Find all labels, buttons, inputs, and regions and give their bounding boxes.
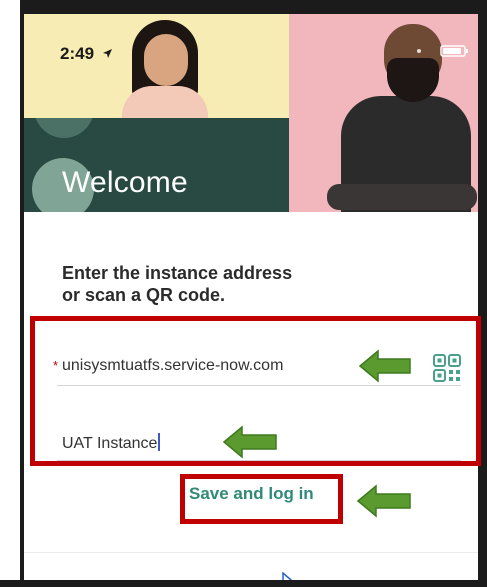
welcome-hero: 2:49 Welcome	[24, 14, 478, 212]
green-arrow-icon	[358, 349, 411, 383]
status-time-value: 2:49	[60, 44, 95, 63]
status-time: 2:49	[60, 44, 113, 64]
decor-circle	[34, 118, 94, 138]
man-arm	[327, 184, 477, 210]
frame-left-margin	[0, 0, 22, 587]
green-arrow-icon	[356, 484, 411, 518]
location-arrow-icon	[102, 49, 112, 58]
hero-yellow-panel	[24, 14, 289, 126]
frame-bottom-border	[0, 580, 487, 587]
prompt-line-1: Enter the instance address	[62, 263, 293, 283]
frame-top-border	[0, 0, 487, 14]
status-icons	[379, 44, 471, 63]
prompt-line-2: or scan a QR code.	[62, 285, 226, 305]
instance-prompt: Enter the instance address or scan a QR …	[62, 262, 362, 306]
bottom-divider	[24, 552, 478, 553]
battery-icon	[417, 45, 468, 57]
welcome-title: Welcome	[62, 166, 188, 199]
annotation-highlight-save	[180, 474, 343, 524]
frame-right-border	[478, 0, 487, 587]
green-arrow-icon	[222, 425, 277, 459]
woman-face	[144, 34, 188, 86]
